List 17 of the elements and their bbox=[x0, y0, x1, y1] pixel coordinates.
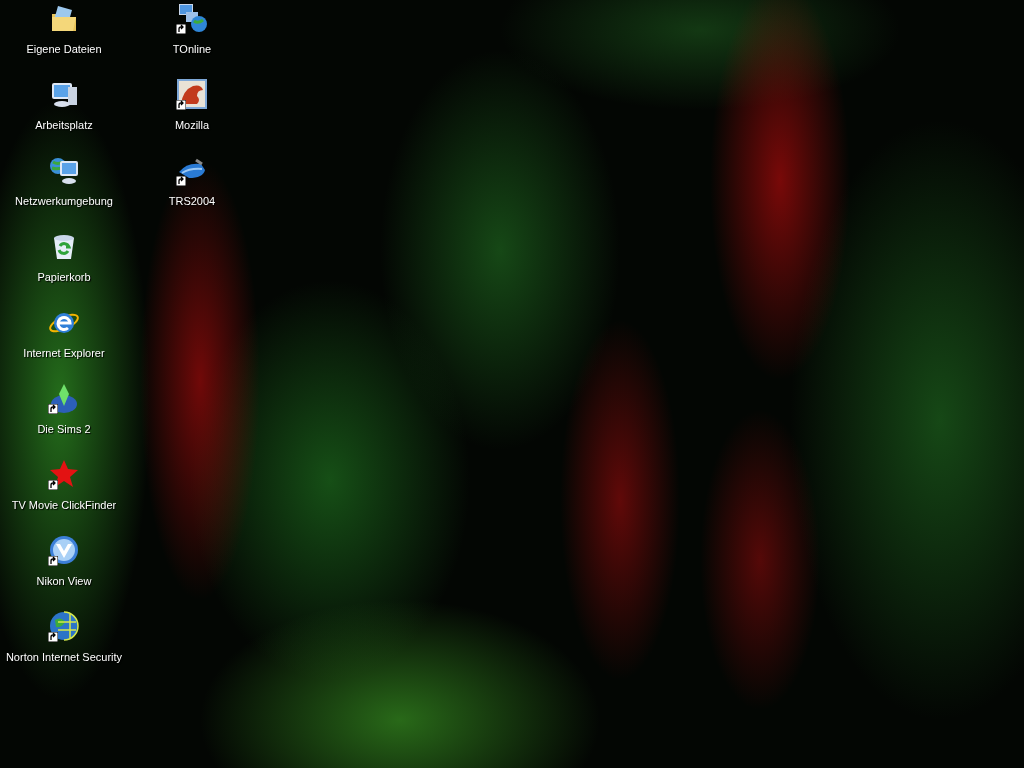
icon-label[interactable]: Papierkorb bbox=[36, 271, 92, 283]
icon-label[interactable]: Die Sims 2 bbox=[36, 423, 92, 435]
icon-label[interactable]: TRS2004 bbox=[167, 195, 217, 207]
icon-label[interactable]: Eigene Dateien bbox=[25, 43, 103, 55]
computer-globe-icon[interactable] bbox=[176, 2, 208, 34]
icon-label[interactable]: Nikon View bbox=[35, 575, 93, 587]
icon-label[interactable]: Norton Internet Security bbox=[4, 651, 124, 663]
icon-label[interactable]: Internet Explorer bbox=[22, 347, 106, 359]
icon-label[interactable]: Arbeitsplatz bbox=[34, 119, 94, 131]
dragon-icon[interactable] bbox=[176, 78, 208, 110]
globe-icon[interactable] bbox=[48, 610, 80, 642]
v-logo-icon[interactable] bbox=[48, 534, 80, 566]
star-icon[interactable] bbox=[48, 458, 80, 490]
icon-label[interactable]: TV Movie ClickFinder bbox=[10, 499, 118, 511]
icon-label[interactable]: Netzwerkumgebung bbox=[14, 195, 114, 207]
icon-label[interactable]: Mozilla bbox=[173, 119, 211, 131]
icon-label[interactable]: TOnline bbox=[171, 43, 213, 55]
